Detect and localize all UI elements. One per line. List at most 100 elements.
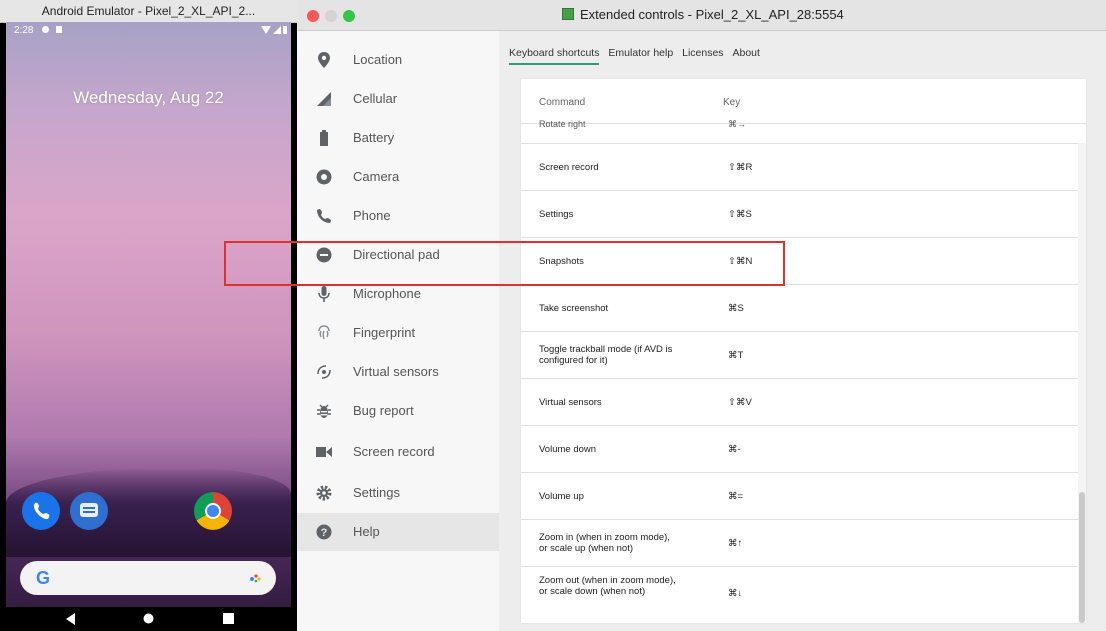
command-cell: Take screenshot [539, 303, 609, 314]
sidebar-item-phone[interactable]: Phone [297, 197, 499, 235]
extended-controls-window: Extended controls - Pixel_2_XL_API_28:55… [297, 0, 1106, 631]
sidebar-item-label: Camera [353, 169, 400, 184]
table-row[interactable]: Zoom out (when in zoom mode), or scale d… [521, 567, 1086, 623]
maximize-window-button[interactable] [343, 10, 355, 22]
sd-card-status-icon [56, 26, 62, 33]
table-row[interactable]: Zoom in (when in zoom mode), or scale up… [521, 520, 1086, 567]
phone-screen[interactable]: 2:28 Wednesday, Aug 22 G [6, 22, 291, 631]
sidebar-item-label: Virtual sensors [353, 364, 439, 379]
table-row[interactable]: Toggle trackball mode (if AVD is configu… [521, 332, 1086, 379]
cellular-signal-icon [315, 90, 333, 108]
sidebar-item-label: Help [353, 524, 380, 539]
sidebar-item-location[interactable]: Location [297, 41, 499, 79]
table-row[interactable]: Volume up ⌘= [521, 473, 1086, 520]
snapshots-highlight-box [224, 241, 785, 286]
column-header-key: Key [723, 97, 741, 108]
column-header-command: Command [539, 97, 586, 108]
camera-icon [315, 168, 333, 186]
navigation-bar [6, 607, 291, 631]
location-pin-icon [315, 51, 333, 69]
key-cell: ⌘→ [728, 119, 746, 129]
table-row[interactable]: Take screenshot ⌘S [521, 285, 1086, 332]
key-cell: ⌘S [728, 303, 744, 314]
gear-icon [315, 484, 333, 502]
messages-app-icon[interactable] [70, 492, 108, 530]
sidebar-item-bug-report[interactable]: Bug report [297, 392, 499, 430]
key-cell: ⌘↓ [728, 588, 743, 599]
extended-controls-title: Extended controls - Pixel_2_XL_API_28:55… [562, 7, 844, 22]
fingerprint-icon [315, 324, 333, 342]
bug-icon [315, 402, 333, 420]
help-icon: ? [315, 523, 333, 541]
sidebar-item-label: Screen record [353, 444, 435, 459]
command-cell: Volume down [539, 444, 597, 455]
key-cell: ⇧⌘S [728, 209, 752, 220]
table-row[interactable]: Settings ⇧⌘S [521, 191, 1086, 238]
settings-status-icon [42, 26, 49, 33]
svg-text:?: ? [321, 527, 328, 539]
shortcuts-table[interactable]: Command Key Rotate right ⌘→ Screen recor… [521, 79, 1086, 623]
table-row-partial: Rotate right ⌘→ [521, 119, 1086, 144]
table-scrollbar-thumb[interactable] [1079, 492, 1085, 623]
emulator-title-bar[interactable]: Android Emulator - Pixel_2_XL_API_2... [0, 0, 297, 23]
tab-about[interactable]: About [732, 47, 759, 63]
key-cell: ⌘↑ [728, 538, 743, 549]
table-row[interactable]: Screen record ⇧⌘R [521, 144, 1086, 191]
table-row[interactable]: Virtual sensors ⇧⌘V [521, 379, 1086, 426]
tab-keyboard-shortcuts[interactable]: Keyboard shortcuts [509, 47, 600, 65]
home-icon[interactable] [143, 613, 154, 624]
lockscreen-date[interactable]: Wednesday, Aug 22 [6, 88, 291, 108]
sidebar-item-settings[interactable]: Settings [297, 474, 499, 512]
command-cell: Screen record [539, 162, 599, 173]
sidebar-item-label: Location [353, 52, 403, 67]
assistant-icon[interactable] [250, 573, 262, 583]
help-tabs: Keyboard shortcuts Emulator help License… [509, 47, 766, 67]
sidebar-item-label: Fingerprint [353, 325, 416, 340]
sidebar-item-cellular[interactable]: Cellular [297, 80, 499, 118]
sidebar: Location Cellular Battery Camera Phone D… [297, 31, 499, 631]
tab-licenses[interactable]: Licenses [682, 47, 723, 63]
phone-app-icon[interactable] [22, 492, 60, 530]
command-cell: Zoom out (when in zoom mode), or scale d… [539, 575, 676, 597]
phone-icon [315, 207, 333, 225]
sidebar-item-camera[interactable]: Camera [297, 158, 499, 196]
signal-status-icon [273, 26, 281, 34]
command-cell: Settings [539, 209, 574, 220]
minimize-window-button[interactable] [325, 10, 337, 22]
emulator-title: Android Emulator - Pixel_2_XL_API_2... [41, 4, 256, 18]
table-row[interactable]: Volume down ⌘- [521, 426, 1086, 473]
status-bar: 2:28 [6, 22, 291, 40]
close-window-button[interactable] [307, 10, 319, 22]
google-logo-icon: G [36, 568, 51, 588]
sidebar-item-screen-record[interactable]: Screen record [297, 433, 499, 471]
extended-controls-title-bar[interactable]: Extended controls - Pixel_2_XL_API_28:55… [297, 0, 1106, 31]
key-cell: ⇧⌘R [728, 162, 753, 173]
help-panel: Keyboard shortcuts Emulator help License… [499, 31, 1106, 631]
sidebar-item-battery[interactable]: Battery [297, 119, 499, 157]
battery-icon [315, 129, 333, 147]
virtual-sensors-icon [315, 363, 333, 381]
emulator-window: Android Emulator - Pixel_2_XL_API_2... 2… [0, 0, 297, 631]
google-search-bar[interactable]: G [20, 561, 276, 595]
window-title-text: Extended controls - Pixel_2_XL_API_28:55… [580, 7, 844, 22]
recents-icon[interactable] [223, 613, 234, 624]
sidebar-item-fingerprint[interactable]: Fingerprint [297, 314, 499, 352]
sidebar-item-label: Microphone [353, 286, 421, 301]
command-cell: Volume up [539, 491, 584, 502]
chrome-app-icon[interactable] [194, 492, 232, 530]
extended-controls-app-icon [562, 8, 574, 20]
command-cell: Toggle trackball mode (if AVD is configu… [539, 344, 673, 366]
sidebar-item-label: Battery [353, 130, 395, 145]
video-camera-icon [315, 443, 333, 461]
battery-status-icon [283, 26, 287, 34]
back-icon[interactable] [66, 613, 76, 625]
key-cell: ⌘= [728, 491, 744, 502]
sidebar-item-virtual-sensors[interactable]: Virtual sensors [297, 353, 499, 391]
command-cell: Rotate right [539, 119, 586, 129]
table-header: Command Key [521, 79, 1086, 124]
tab-emulator-help[interactable]: Emulator help [608, 47, 673, 63]
sidebar-item-label: Bug report [353, 403, 414, 418]
sidebar-item-help[interactable]: ? Help [297, 513, 499, 551]
sidebar-item-label: Cellular [353, 91, 398, 106]
key-cell: ⌘T [728, 350, 744, 361]
